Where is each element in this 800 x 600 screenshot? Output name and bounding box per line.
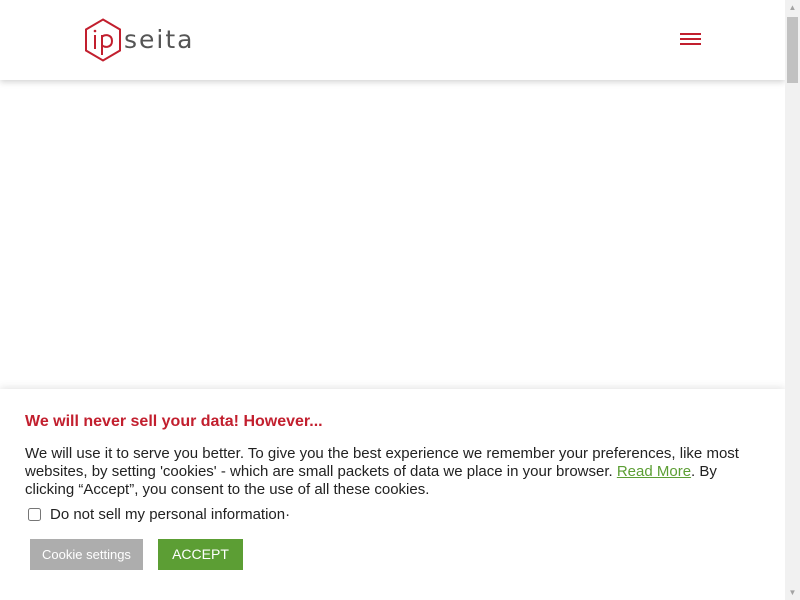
cookie-banner-title: We will never sell your data! However... [25, 413, 323, 430]
menu-bar [680, 43, 701, 45]
read-more-link[interactable]: Read More [617, 463, 691, 480]
menu-bar [680, 38, 701, 40]
do-not-sell-checkbox[interactable] [28, 508, 41, 521]
page: seita We will never sell your data! Howe… [0, 0, 800, 600]
cookie-settings-button[interactable]: Cookie settings [30, 539, 143, 570]
scroll-up-arrow-icon[interactable]: ▲ [785, 0, 800, 15]
hamburger-menu-icon[interactable] [680, 30, 702, 48]
site-logo[interactable]: seita [84, 18, 194, 62]
do-not-sell-option[interactable]: Do not sell my personal information· [28, 506, 290, 523]
site-header: seita [0, 0, 785, 80]
do-not-sell-label: Do not sell my personal information· [50, 506, 291, 523]
cookie-consent-banner: We will never sell your data! However...… [0, 389, 785, 600]
cookie-banner-text: We will use it to serve you better. To g… [25, 445, 765, 499]
vertical-scrollbar[interactable]: ▲ ▼ [785, 0, 800, 600]
logo-text: seita [124, 24, 195, 54]
scroll-down-arrow-icon[interactable]: ▼ [785, 585, 800, 600]
scroll-thumb[interactable] [787, 17, 798, 83]
menu-bar [680, 33, 701, 35]
ip-hexagon-logo-icon [85, 18, 121, 62]
accept-button[interactable]: ACCEPT [158, 539, 243, 570]
